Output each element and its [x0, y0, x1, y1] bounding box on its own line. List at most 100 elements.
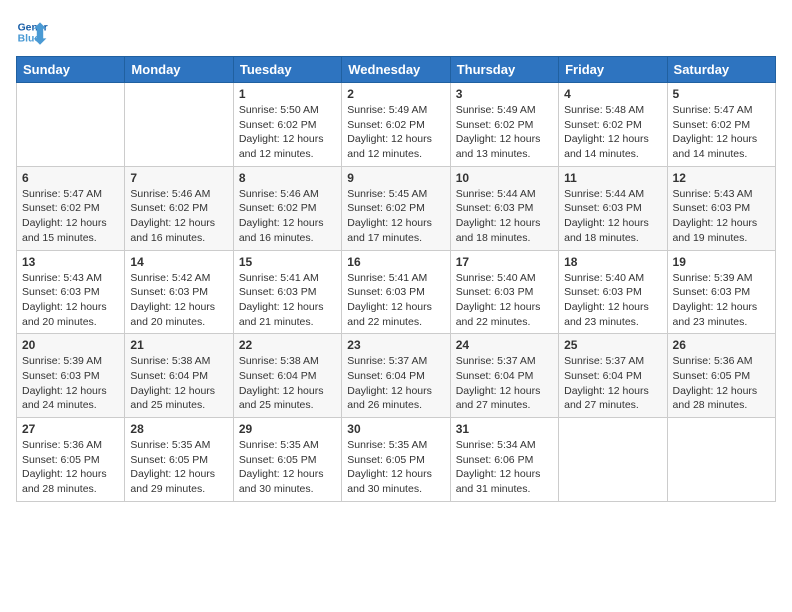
- day-info: Sunrise: 5:35 AM Sunset: 6:05 PM Dayligh…: [130, 438, 227, 497]
- day-number: 8: [239, 171, 336, 185]
- calendar-cell: 26Sunrise: 5:36 AM Sunset: 6:05 PM Dayli…: [667, 334, 775, 418]
- calendar-cell: 29 Sunrise: 5:35 AM Sunset: 6:05 PM Dayli…: [233, 418, 341, 502]
- day-info: Sunrise: 5:50 AM Sunset: 6:02 PM Dayligh…: [239, 103, 336, 162]
- day-number: 2: [347, 87, 444, 101]
- day-info: Sunrise: 5:35 AM Sunset: 6:05 PM Dayligh…: [239, 438, 336, 497]
- day-info: Sunrise: 5:39 AM Sunset: 6:03 PM Dayligh…: [22, 354, 119, 413]
- week-row-3: 13Sunrise: 5:43 AM Sunset: 6:03 PM Dayli…: [17, 250, 776, 334]
- day-info: Sunrise: 5:49 AM Sunset: 6:02 PM Dayligh…: [347, 103, 444, 162]
- day-info: Sunrise: 5:37 AM Sunset: 6:04 PM Dayligh…: [347, 354, 444, 413]
- day-number: 7: [130, 171, 227, 185]
- day-number: 23: [347, 338, 444, 352]
- calendar-cell: 15 Sunrise: 5:41 AM Sunset: 6:03 PM Dayli…: [233, 250, 341, 334]
- day-number: 18: [564, 255, 661, 269]
- day-info: Sunrise: 5:46 AM Sunset: 6:02 PM Dayligh…: [239, 187, 336, 246]
- day-number: 25: [564, 338, 661, 352]
- calendar-cell: 25 Sunrise: 5:37 AM Sunset: 6:04 PM Dayli…: [559, 334, 667, 418]
- day-info: Sunrise: 5:40 AM Sunset: 6:03 PM Dayligh…: [564, 271, 661, 330]
- week-row-5: 27 Sunrise: 5:36 AM Sunset: 6:05 PM Dayli…: [17, 418, 776, 502]
- day-number: 9: [347, 171, 444, 185]
- day-info: Sunrise: 5:37 AM Sunset: 6:04 PM Dayligh…: [456, 354, 553, 413]
- weekday-header-friday: Friday: [559, 57, 667, 83]
- calendar-cell: 19 Sunrise: 5:39 AM Sunset: 6:03 PM Dayli…: [667, 250, 775, 334]
- day-info: Sunrise: 5:36 AM Sunset: 6:05 PM Dayligh…: [673, 354, 770, 413]
- calendar-cell: 20 Sunrise: 5:39 AM Sunset: 6:03 PM Dayli…: [17, 334, 125, 418]
- weekday-header-monday: Monday: [125, 57, 233, 83]
- calendar-cell: 2 Sunrise: 5:49 AM Sunset: 6:02 PM Daylig…: [342, 83, 450, 167]
- calendar-cell: 18 Sunrise: 5:40 AM Sunset: 6:03 PM Dayli…: [559, 250, 667, 334]
- day-info: Sunrise: 5:40 AM Sunset: 6:03 PM Dayligh…: [456, 271, 553, 330]
- day-info: Sunrise: 5:42 AM Sunset: 6:03 PM Dayligh…: [130, 271, 227, 330]
- day-info: Sunrise: 5:43 AM Sunset: 6:03 PM Dayligh…: [673, 187, 770, 246]
- day-number: 24: [456, 338, 553, 352]
- day-number: 22: [239, 338, 336, 352]
- day-number: 17: [456, 255, 553, 269]
- calendar-cell: 1Sunrise: 5:50 AM Sunset: 6:02 PM Daylig…: [233, 83, 341, 167]
- day-info: Sunrise: 5:35 AM Sunset: 6:05 PM Dayligh…: [347, 438, 444, 497]
- day-info: Sunrise: 5:44 AM Sunset: 6:03 PM Dayligh…: [564, 187, 661, 246]
- calendar-cell: [667, 418, 775, 502]
- calendar-cell: 12 Sunrise: 5:43 AM Sunset: 6:03 PM Dayli…: [667, 166, 775, 250]
- day-info: Sunrise: 5:49 AM Sunset: 6:02 PM Dayligh…: [456, 103, 553, 162]
- calendar-cell: 14 Sunrise: 5:42 AM Sunset: 6:03 PM Dayli…: [125, 250, 233, 334]
- calendar-cell: 13Sunrise: 5:43 AM Sunset: 6:03 PM Dayli…: [17, 250, 125, 334]
- calendar-cell: [17, 83, 125, 167]
- calendar-cell: 10 Sunrise: 5:44 AM Sunset: 6:03 PM Dayli…: [450, 166, 558, 250]
- day-number: 10: [456, 171, 553, 185]
- calendar-cell: 6Sunrise: 5:47 AM Sunset: 6:02 PM Daylig…: [17, 166, 125, 250]
- weekday-header-thursday: Thursday: [450, 57, 558, 83]
- day-number: 4: [564, 87, 661, 101]
- calendar-cell: 5 Sunrise: 5:47 AM Sunset: 6:02 PM Daylig…: [667, 83, 775, 167]
- calendar-cell: 28 Sunrise: 5:35 AM Sunset: 6:05 PM Dayli…: [125, 418, 233, 502]
- day-number: 31: [456, 422, 553, 436]
- day-info: Sunrise: 5:34 AM Sunset: 6:06 PM Dayligh…: [456, 438, 553, 497]
- logo: General Blue: [16, 16, 48, 48]
- day-info: Sunrise: 5:37 AM Sunset: 6:04 PM Dayligh…: [564, 354, 661, 413]
- day-info: Sunrise: 5:46 AM Sunset: 6:02 PM Dayligh…: [130, 187, 227, 246]
- day-info: Sunrise: 5:41 AM Sunset: 6:03 PM Dayligh…: [347, 271, 444, 330]
- day-info: Sunrise: 5:39 AM Sunset: 6:03 PM Dayligh…: [673, 271, 770, 330]
- day-number: 19: [673, 255, 770, 269]
- calendar-cell: [125, 83, 233, 167]
- calendar-cell: 3 Sunrise: 5:49 AM Sunset: 6:02 PM Daylig…: [450, 83, 558, 167]
- day-info: Sunrise: 5:47 AM Sunset: 6:02 PM Dayligh…: [22, 187, 119, 246]
- calendar-cell: 30 Sunrise: 5:35 AM Sunset: 6:05 PM Dayli…: [342, 418, 450, 502]
- page-header: General Blue: [16, 16, 776, 48]
- calendar-cell: 27 Sunrise: 5:36 AM Sunset: 6:05 PM Dayli…: [17, 418, 125, 502]
- day-info: Sunrise: 5:44 AM Sunset: 6:03 PM Dayligh…: [456, 187, 553, 246]
- day-number: 29: [239, 422, 336, 436]
- week-row-2: 6Sunrise: 5:47 AM Sunset: 6:02 PM Daylig…: [17, 166, 776, 250]
- day-number: 30: [347, 422, 444, 436]
- day-info: Sunrise: 5:41 AM Sunset: 6:03 PM Dayligh…: [239, 271, 336, 330]
- day-info: Sunrise: 5:48 AM Sunset: 6:02 PM Dayligh…: [564, 103, 661, 162]
- weekday-header-wednesday: Wednesday: [342, 57, 450, 83]
- week-row-1: 1Sunrise: 5:50 AM Sunset: 6:02 PM Daylig…: [17, 83, 776, 167]
- calendar-cell: 4 Sunrise: 5:48 AM Sunset: 6:02 PM Daylig…: [559, 83, 667, 167]
- day-number: 28: [130, 422, 227, 436]
- day-info: Sunrise: 5:36 AM Sunset: 6:05 PM Dayligh…: [22, 438, 119, 497]
- weekday-header-sunday: Sunday: [17, 57, 125, 83]
- day-number: 21: [130, 338, 227, 352]
- calendar-cell: 22 Sunrise: 5:38 AM Sunset: 6:04 PM Dayli…: [233, 334, 341, 418]
- day-number: 16: [347, 255, 444, 269]
- day-number: 5: [673, 87, 770, 101]
- calendar-table: SundayMondayTuesdayWednesdayThursdayFrid…: [16, 56, 776, 502]
- day-info: Sunrise: 5:43 AM Sunset: 6:03 PM Dayligh…: [22, 271, 119, 330]
- day-number: 14: [130, 255, 227, 269]
- calendar-cell: 8 Sunrise: 5:46 AM Sunset: 6:02 PM Daylig…: [233, 166, 341, 250]
- calendar-cell: 16 Sunrise: 5:41 AM Sunset: 6:03 PM Dayli…: [342, 250, 450, 334]
- day-info: Sunrise: 5:38 AM Sunset: 6:04 PM Dayligh…: [239, 354, 336, 413]
- calendar-cell: 23 Sunrise: 5:37 AM Sunset: 6:04 PM Dayli…: [342, 334, 450, 418]
- day-info: Sunrise: 5:38 AM Sunset: 6:04 PM Dayligh…: [130, 354, 227, 413]
- day-info: Sunrise: 5:47 AM Sunset: 6:02 PM Dayligh…: [673, 103, 770, 162]
- day-number: 3: [456, 87, 553, 101]
- day-number: 15: [239, 255, 336, 269]
- day-number: 11: [564, 171, 661, 185]
- day-number: 12: [673, 171, 770, 185]
- calendar-cell: 17 Sunrise: 5:40 AM Sunset: 6:03 PM Dayli…: [450, 250, 558, 334]
- day-number: 27: [22, 422, 119, 436]
- day-info: Sunrise: 5:45 AM Sunset: 6:02 PM Dayligh…: [347, 187, 444, 246]
- calendar-cell: 21 Sunrise: 5:38 AM Sunset: 6:04 PM Dayli…: [125, 334, 233, 418]
- weekday-header-saturday: Saturday: [667, 57, 775, 83]
- day-number: 20: [22, 338, 119, 352]
